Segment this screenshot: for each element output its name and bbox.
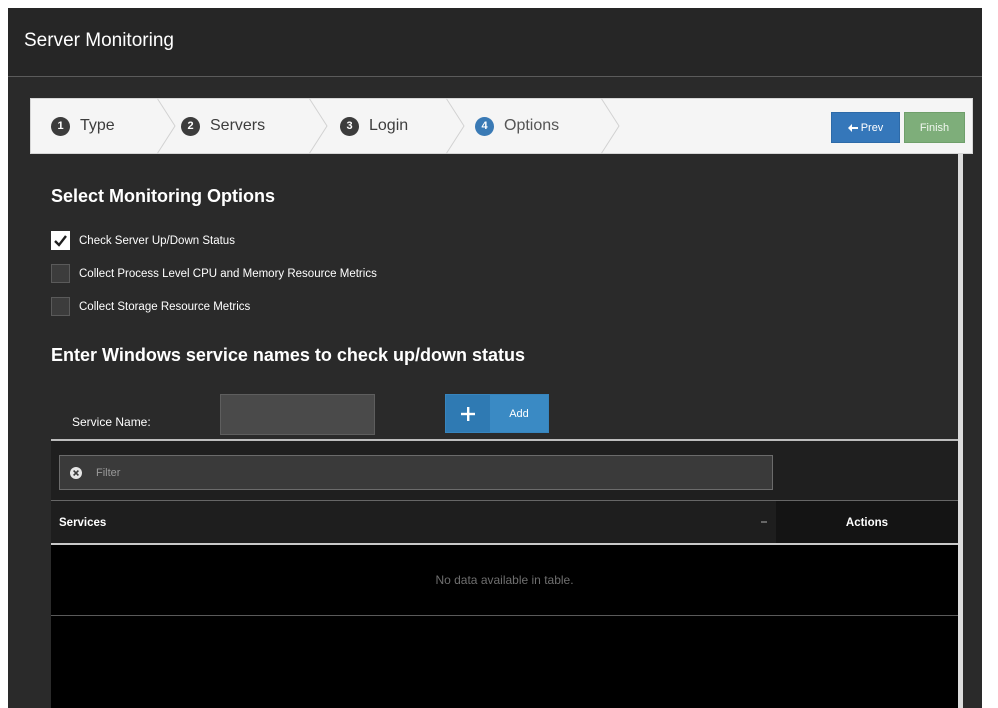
- chevron-divider-icon: [157, 98, 176, 154]
- prev-label: Prev: [860, 121, 884, 134]
- modal-title: Server Monitoring: [24, 30, 174, 51]
- filter-bar: Filter: [51, 441, 958, 500]
- table-header: Services Actions: [51, 500, 958, 544]
- finish-button[interactable]: Finish: [904, 112, 965, 143]
- clear-filter-icon[interactable]: [70, 466, 82, 479]
- checkmark-icon: [54, 235, 67, 247]
- checkbox-storage-metrics[interactable]: [51, 297, 70, 316]
- step-number: 4: [475, 116, 494, 136]
- checkbox-label: Collect Process Level CPU and Memory Res…: [79, 267, 377, 280]
- column-header-services[interactable]: Services: [51, 501, 776, 544]
- service-name-label: Service Name:: [72, 415, 151, 429]
- checkbox-row-process-metrics[interactable]: Collect Process Level CPU and Memory Res…: [51, 264, 377, 283]
- checkbox-process-metrics[interactable]: [51, 264, 70, 283]
- wizard-steps-bar: 1 Type 2 Servers 3 Login 4 Options Prev …: [30, 98, 973, 154]
- checkbox-row-storage-metrics[interactable]: Collect Storage Resource Metrics: [51, 297, 250, 316]
- chevron-divider-icon: [601, 98, 620, 154]
- step-label: Servers: [210, 117, 266, 134]
- finish-label: Finish: [919, 121, 950, 134]
- scrollbar[interactable]: [958, 154, 963, 708]
- wizard-step-login[interactable]: 3 Login: [340, 99, 408, 153]
- checkbox-row-up-down-status[interactable]: Check Server Up/Down Status: [51, 231, 235, 250]
- chevron-divider-icon: [309, 98, 328, 154]
- services-table: Filter Services Actions No data availabl…: [51, 439, 958, 708]
- step-number: 3: [340, 116, 359, 136]
- step-label: Options: [504, 117, 560, 134]
- modal-header: Server Monitoring: [8, 8, 982, 77]
- arrow-left-icon: [847, 123, 858, 132]
- checkbox-label: Check Server Up/Down Status: [79, 234, 235, 247]
- column-header-actions: Actions: [776, 501, 958, 544]
- prev-button[interactable]: Prev: [831, 112, 900, 143]
- table-empty-message: No data available in table.: [51, 545, 958, 616]
- server-monitoring-modal: Server Monitoring 1 Type 2 Servers 3 Log…: [8, 8, 982, 708]
- step-number: 1: [51, 116, 70, 136]
- plus-icon: [446, 395, 490, 432]
- filter-input[interactable]: Filter: [59, 455, 773, 490]
- wizard-step-options[interactable]: 4 Options: [475, 99, 559, 153]
- checkbox-up-down-status[interactable]: [51, 231, 70, 250]
- sort-icon: [761, 521, 767, 523]
- close-icon[interactable]: ×: [986, 30, 995, 46]
- wizard-step-servers[interactable]: 2 Servers: [181, 99, 265, 153]
- wizard-step-type[interactable]: 1 Type: [51, 99, 115, 153]
- add-label: Add: [509, 407, 529, 420]
- checkbox-label: Collect Storage Resource Metrics: [79, 300, 251, 313]
- step-number: 2: [181, 116, 200, 136]
- options-heading: Select Monitoring Options: [51, 186, 275, 206]
- service-name-input[interactable]: [220, 394, 375, 435]
- add-service-button[interactable]: Add: [445, 394, 549, 433]
- step-label: Login: [369, 117, 409, 134]
- services-heading: Enter Windows service names to check up/…: [51, 345, 525, 365]
- step-label: Type: [80, 117, 115, 134]
- filter-placeholder: Filter: [96, 466, 121, 479]
- chevron-divider-icon: [446, 98, 465, 154]
